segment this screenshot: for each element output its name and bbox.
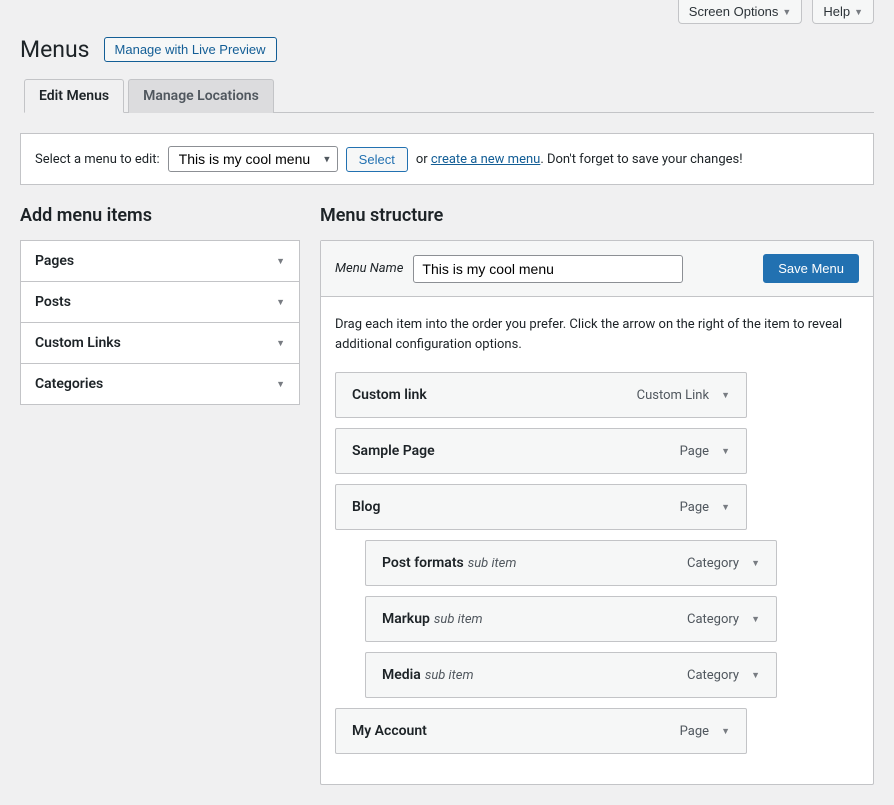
menu-item-type: Category [687,556,739,571]
expand-item-icon[interactable]: ▼ [721,390,730,401]
select-menu-label: Select a menu to edit: [35,152,160,167]
menu-name-input[interactable] [413,255,683,283]
menu-item-title: Media [382,667,421,683]
accordion-label: Pages [35,253,74,269]
expand-item-icon[interactable]: ▼ [751,614,760,625]
tabs: Edit Menus Manage Locations [24,79,874,113]
accordion-pages[interactable]: Pages ▼ [21,241,299,282]
menu-item[interactable]: Media sub item Category ▼ [365,652,777,698]
menu-instructions: Drag each item into the order you prefer… [335,315,859,354]
tab-edit-menus[interactable]: Edit Menus [24,79,124,113]
menu-selector-bar: Select a menu to edit: This is my cool m… [20,133,874,185]
expand-item-icon[interactable]: ▼ [721,502,730,513]
expand-item-icon[interactable]: ▼ [751,670,760,681]
accordion-custom-links[interactable]: Custom Links ▼ [21,323,299,364]
menu-frame-header: Menu Name Save Menu [321,241,873,297]
expand-item-icon[interactable]: ▼ [721,726,730,737]
menu-item-title: Post formats [382,555,464,571]
menu-item-title: Custom link [352,387,427,403]
menu-item-title: Blog [352,499,380,515]
menu-item-type: Category [687,612,739,627]
expand-item-icon[interactable]: ▼ [751,558,760,569]
tab-manage-locations[interactable]: Manage Locations [128,79,274,113]
menu-item[interactable]: Blog Page ▼ [335,484,747,530]
menu-item[interactable]: Post formats sub item Category ▼ [365,540,777,586]
accordion-label: Posts [35,294,71,310]
or-text: or [416,152,428,167]
accordion-categories[interactable]: Categories ▼ [21,364,299,404]
menu-structure-heading: Menu structure [320,205,874,226]
menu-item[interactable]: My Account Page ▼ [335,708,747,754]
screen-options-button[interactable]: Screen Options ▼ [678,0,803,24]
page-title: Menus [20,36,90,63]
save-menu-button[interactable]: Save Menu [763,254,859,283]
menu-item-title: My Account [352,723,427,739]
chevron-down-icon: ▼ [276,256,285,267]
sub-item-label: sub item [434,612,483,627]
menu-item-type: Custom Link [637,388,709,403]
menu-item-type: Page [680,500,709,515]
chevron-down-icon: ▼ [276,338,285,349]
chevron-down-icon: ▼ [276,379,285,390]
add-items-accordion: Pages ▼ Posts ▼ Custom Links ▼ Categorie… [20,240,300,405]
menu-item-title: Markup [382,611,430,627]
menu-item-type: Page [680,724,709,739]
chevron-down-icon: ▼ [854,7,863,17]
add-menu-items-heading: Add menu items [20,205,300,226]
help-label: Help [823,4,850,19]
menu-item-type: Category [687,668,739,683]
menu-item[interactable]: Custom link Custom Link ▼ [335,372,747,418]
menu-select-dropdown[interactable]: This is my cool menu [168,146,338,172]
menu-item-title: Sample Page [352,443,435,459]
sub-item-label: sub item [425,668,474,683]
select-menu-button[interactable]: Select [346,147,408,172]
sub-item-label: sub item [468,556,517,571]
accordion-label: Categories [35,376,103,392]
menu-items-list: Custom linkCustom Link▼Sample PagePage▼B… [335,372,859,754]
expand-item-icon[interactable]: ▼ [721,446,730,457]
chevron-down-icon: ▼ [276,297,285,308]
menu-item[interactable]: Markup sub item Category ▼ [365,596,777,642]
accordion-posts[interactable]: Posts ▼ [21,282,299,323]
chevron-down-icon: ▼ [782,7,791,17]
menu-item[interactable]: Sample Page Page ▼ [335,428,747,474]
create-new-menu-link[interactable]: create a new menu [431,152,540,167]
help-button[interactable]: Help ▼ [812,0,874,24]
menu-item-type: Page [680,444,709,459]
accordion-label: Custom Links [35,335,121,351]
screen-options-label: Screen Options [689,4,779,19]
menu-name-label: Menu Name [335,261,403,276]
save-notice-text: . Don't forget to save your changes! [540,152,742,167]
live-preview-button[interactable]: Manage with Live Preview [104,37,277,62]
menu-structure-frame: Menu Name Save Menu Drag each item into … [320,240,874,785]
